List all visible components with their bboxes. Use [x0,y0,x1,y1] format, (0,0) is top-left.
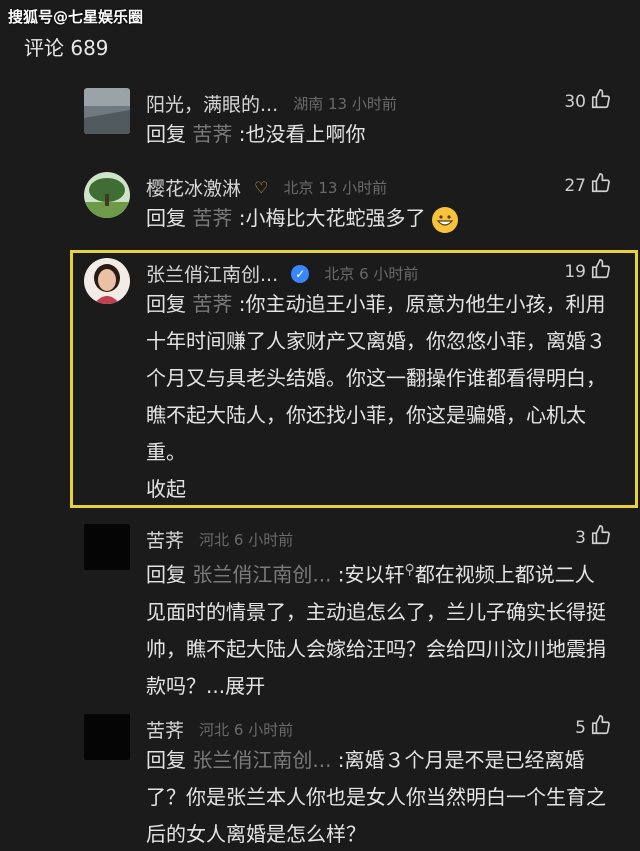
like-count: 5 [575,717,586,738]
like-count: 27 [564,175,586,196]
reply-prefix: 回复 [146,748,186,772]
like-button[interactable]: 19 [564,258,612,285]
vip-badge-icon: ♡ [254,178,269,197]
reply-prefix: 回复 [146,292,186,316]
expand-button[interactable]: 展开 [225,674,265,698]
reply-target-user[interactable]: 张兰俏江南创... [192,748,331,772]
thumbs-up-icon [590,88,612,115]
like-count: 19 [564,261,586,282]
like-button[interactable]: 3 [575,524,612,551]
comment-header: 苦荠 河北 6 小时前 [146,716,620,744]
thumbs-up-icon [590,172,612,199]
reply-target-user[interactable]: 苦荠 [192,292,232,316]
comment-body[interactable]: 回复 张兰俏江南创... :安以轩⚲都在视频上都说二人见面时的情景了，主动追怎么… [146,552,610,705]
comment-text: :小梅比大花蛇强多了 [238,206,426,230]
comment-body[interactable]: 回复 苦荠 :小梅比大花蛇强多了 [146,200,610,237]
reply-prefix: 回复 [146,206,186,230]
username[interactable]: 张兰俏江南创... [146,264,278,286]
comment-text: :你主动追王小菲，原意为他生小孩，利用十年时间赚了人家财产又离婚，你忽悠小菲，离… [146,292,606,464]
avatar[interactable] [84,258,130,304]
grinning-face-icon [431,206,458,233]
comment-header: 张兰俏江南创... ✓ 北京 6 小时前 [146,260,620,288]
avatar[interactable] [84,88,130,134]
verified-icon: ✓ [291,264,310,283]
comment-header: 阳光，满眼的... 湖南 13 小时前 [146,90,620,118]
comment-item: 苦荠 河北 6 小时前 3 回复 张兰俏江南创... :安以轩⚲都在视频上都说二… [0,524,640,704]
comment-item: 苦荠 河北 6 小时前 5 回复 张兰俏江南创... :离婚３个月是不是已经离婚… [0,714,640,851]
reply-target-user[interactable]: 苦荠 [192,122,232,146]
comment-meta: 河北 6 小时前 [199,531,294,549]
avatar[interactable] [84,714,130,760]
username[interactable]: 樱花冰激淋 [146,178,241,200]
collapse-button[interactable]: 收起 [146,477,186,501]
like-button[interactable]: 27 [564,172,612,199]
comment-text: :安以轩 [337,562,405,587]
comment-body[interactable]: 回复 张兰俏江南创... :离婚３个月是不是已经离婚了？你是张兰本人你也是女人你… [146,742,610,851]
reply-target-user[interactable]: 苦荠 [192,206,232,230]
thumbs-up-icon [590,714,612,741]
comment-header: 樱花冰激淋 ♡ 北京 13 小时前 [146,174,620,202]
comment-item: 樱花冰激淋 ♡ 北京 13 小时前 27 回复 苦荠 :小梅比大花蛇强多了 [0,172,640,252]
comments-header-title: 评论 689 [24,36,109,60]
like-count: 3 [575,527,586,548]
like-button[interactable]: 5 [575,714,612,741]
comment-item: 张兰俏江南创... ✓ 北京 6 小时前 19 回复 苦荠 :你主动追王小菲，原… [0,258,640,508]
watermark: 搜狐号@七星娱乐圈 [8,8,144,26]
search-icon[interactable]: ⚲ [405,562,415,578]
username[interactable]: 苦荠 [146,530,184,552]
comment-meta: 北京 6 小时前 [324,265,419,283]
like-count: 30 [564,91,586,112]
comment-meta: 河北 6 小时前 [199,721,294,739]
username[interactable]: 苦荠 [146,720,184,742]
avatar[interactable] [84,172,130,218]
like-button[interactable]: 30 [564,88,612,115]
comment-body[interactable]: 回复 苦荠 :也没看上啊你 [146,116,610,153]
comment-text: :也没看上啊你 [238,122,366,146]
username[interactable]: 阳光，满眼的... [146,94,278,116]
reply-target-user[interactable]: 张兰俏江南创... [192,563,331,587]
avatar[interactable] [84,524,130,570]
comment-meta: 北京 13 小时前 [283,179,388,197]
comment-header: 苦荠 河北 6 小时前 [146,526,620,554]
thumbs-up-icon [590,258,612,285]
comment-body[interactable]: 回复 苦荠 :你主动追王小菲，原意为他生小孩，利用十年时间赚了人家财产又离婚，你… [146,286,610,508]
reply-prefix: 回复 [146,562,186,587]
comment-meta: 湖南 13 小时前 [293,95,397,113]
reply-prefix: 回复 [146,122,186,146]
comment-item: 阳光，满眼的... 湖南 13 小时前 30 回复 苦荠 :也没看上啊你 [0,88,640,168]
thumbs-up-icon [590,524,612,551]
